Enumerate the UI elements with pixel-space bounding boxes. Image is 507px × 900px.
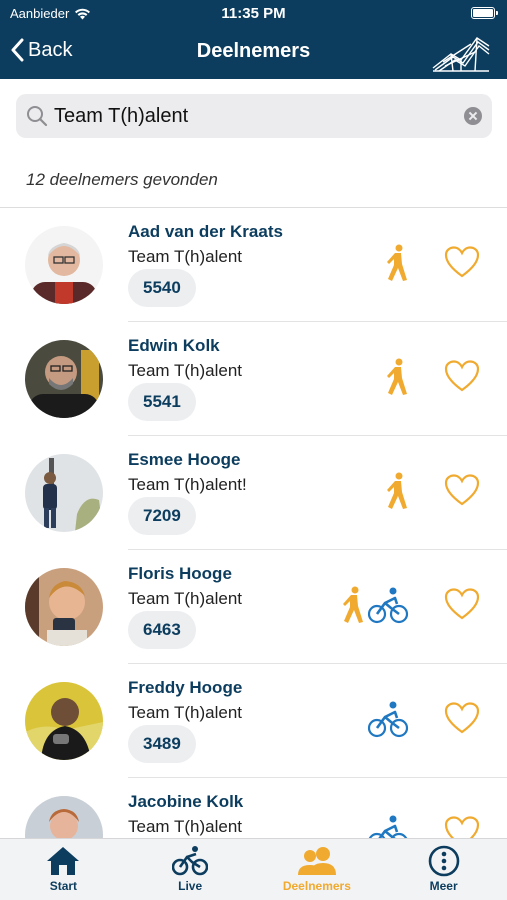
cycling-icon [368, 815, 408, 838]
participant-number: 5541 [128, 383, 196, 421]
avatar [25, 682, 103, 760]
participant-name: Esmee Hooge [128, 450, 241, 469]
participant-number: 6463 [128, 611, 196, 649]
participant-name: Aad van der Kraats [128, 222, 283, 241]
sport-icons [385, 472, 409, 510]
battery-icon [471, 7, 498, 19]
participant-name: Edwin Kolk [128, 336, 220, 355]
tab-meer[interactable]: Meer [380, 839, 507, 900]
participant-team: Team T(h)alent [128, 247, 243, 266]
tab-bar: Start Live Deelnemers Meer [0, 838, 507, 900]
participant-name: Floris Hooge [128, 564, 232, 583]
participant-team: Team T(h)alent [128, 817, 243, 836]
avatar [25, 340, 103, 418]
result-count: 12 deelnemers gevonden [26, 170, 218, 189]
heart-icon[interactable] [444, 360, 480, 392]
tab-label: Start [49, 879, 78, 893]
tab-deelnemers[interactable]: Deelnemers [254, 839, 381, 900]
participant-list: Aad van der Kraats Team T(h)alent 5540 E… [0, 208, 507, 838]
clear-search-button[interactable] [464, 107, 482, 125]
participant-row[interactable]: Freddy Hooge Team T(h)alent 3489 [0, 664, 507, 778]
tab-start[interactable]: Start [0, 839, 127, 900]
participant-number: 5540 [128, 269, 196, 307]
cycling-icon [367, 587, 409, 624]
participant-team: Team T(h)alent [128, 361, 243, 380]
participant-team: Team T(h)alent! [128, 475, 247, 494]
search-icon [27, 106, 48, 127]
participant-row[interactable]: Jacobine Kolk Team T(h)alent [0, 778, 507, 838]
participant-number: 3489 [128, 725, 196, 763]
status-time: 11:35 PM [221, 5, 286, 22]
walking-icon [387, 244, 407, 281]
avatar [25, 568, 103, 646]
search-bar [16, 94, 492, 138]
participant-row[interactable]: Aad van der Kraats Team T(h)alent 5540 [0, 208, 507, 322]
home-icon [47, 847, 80, 875]
more-icon [428, 845, 459, 877]
heart-icon[interactable] [444, 816, 480, 838]
app-logo [432, 37, 490, 72]
tab-label: Live [178, 879, 203, 893]
participant-name: Freddy Hooge [128, 678, 243, 697]
cycling-icon [367, 701, 409, 738]
participant-team: Team T(h)alent [128, 703, 243, 722]
participant-name: Jacobine Kolk [128, 792, 244, 811]
sport-icons [385, 244, 409, 282]
search-input[interactable] [54, 94, 454, 138]
avatar [25, 226, 103, 304]
participant-team: Team T(h)alent [128, 589, 243, 608]
participant-row[interactable]: Floris Hooge Team T(h)alent 6463 [0, 550, 507, 664]
walking-icon [343, 586, 363, 623]
navbar: Back Deelnemers [0, 30, 507, 76]
status-bar: Aanbieder 11:35 PM [0, 0, 507, 28]
sport-icons [367, 700, 409, 738]
bike-icon [172, 846, 209, 876]
participant-number: 7209 [128, 497, 196, 535]
header: Aanbieder 11:35 PM Back Deelnemers [0, 0, 507, 79]
sport-icons [385, 358, 409, 396]
tab-live[interactable]: Live [127, 839, 254, 900]
heart-icon[interactable] [444, 474, 480, 506]
avatar [25, 796, 103, 838]
heart-icon[interactable] [444, 702, 480, 734]
people-icon [297, 847, 336, 875]
tab-label: Deelnemers [282, 879, 351, 893]
walking-icon [387, 358, 407, 395]
sport-icons [341, 586, 409, 624]
heart-icon[interactable] [444, 588, 480, 620]
participant-row[interactable]: Esmee Hooge Team T(h)alent! 7209 [0, 436, 507, 550]
avatar [25, 454, 103, 532]
heart-icon[interactable] [444, 246, 480, 278]
participant-row[interactable]: Edwin Kolk Team T(h)alent 5541 [0, 322, 507, 436]
sport-icons [367, 814, 409, 838]
tab-label: Meer [429, 879, 458, 893]
walking-icon [387, 472, 407, 509]
